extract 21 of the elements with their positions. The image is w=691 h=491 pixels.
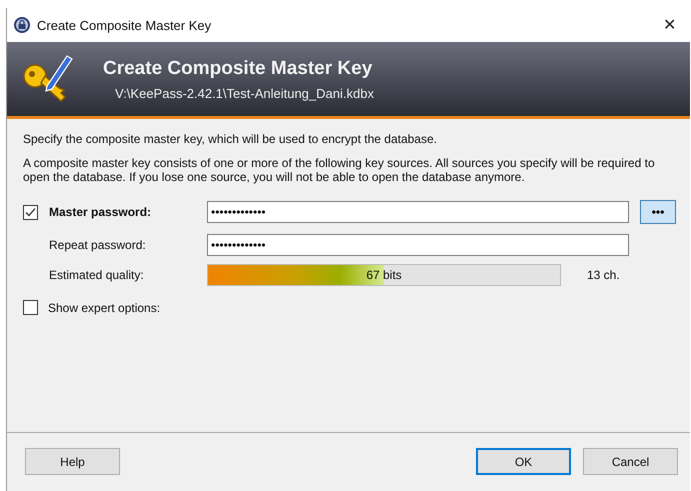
banner-title: Create Composite Master Key <box>103 58 374 80</box>
quality-label: Estimated quality: <box>49 268 145 282</box>
lock-icon <box>13 16 31 34</box>
dialog-button[interactable]: Help <box>25 448 120 475</box>
repeat-password-label: Repeat password: <box>49 238 147 252</box>
quality-reading: 67 bits <box>365 268 403 282</box>
master-password-label: Master password: <box>49 205 152 219</box>
expert-options-label: Show expert options: <box>48 300 160 314</box>
expert-options-checkbox[interactable] <box>23 300 38 315</box>
master-password-checkbox[interactable] <box>23 204 38 220</box>
description-text: A composite master key consists of one or more of the following key sources. All sources you specify will be required to open the database. If you lose one source, you will not be able to open the database anymore. <box>23 156 656 184</box>
dialog-button[interactable]: OK <box>476 448 571 475</box>
window-title: Create Composite Master Key <box>37 18 212 32</box>
repeat-password-field[interactable]: ••••••••••••• <box>207 234 629 256</box>
close-icon[interactable]: ✕ <box>657 15 682 35</box>
master-password-field[interactable]: ••••••••••••• <box>207 201 629 223</box>
intro-text: Specify the composite master key, which will be used to encrypt the database. <box>23 132 438 146</box>
password-length: 13 ch. <box>587 268 621 282</box>
dialog-button[interactable]: Cancel <box>583 448 678 475</box>
database-path: V:\KeePass-2.42.1\Test-Anleitung_Dani.kdbx <box>115 86 374 100</box>
show-password-button[interactable]: ••• <box>640 200 676 224</box>
